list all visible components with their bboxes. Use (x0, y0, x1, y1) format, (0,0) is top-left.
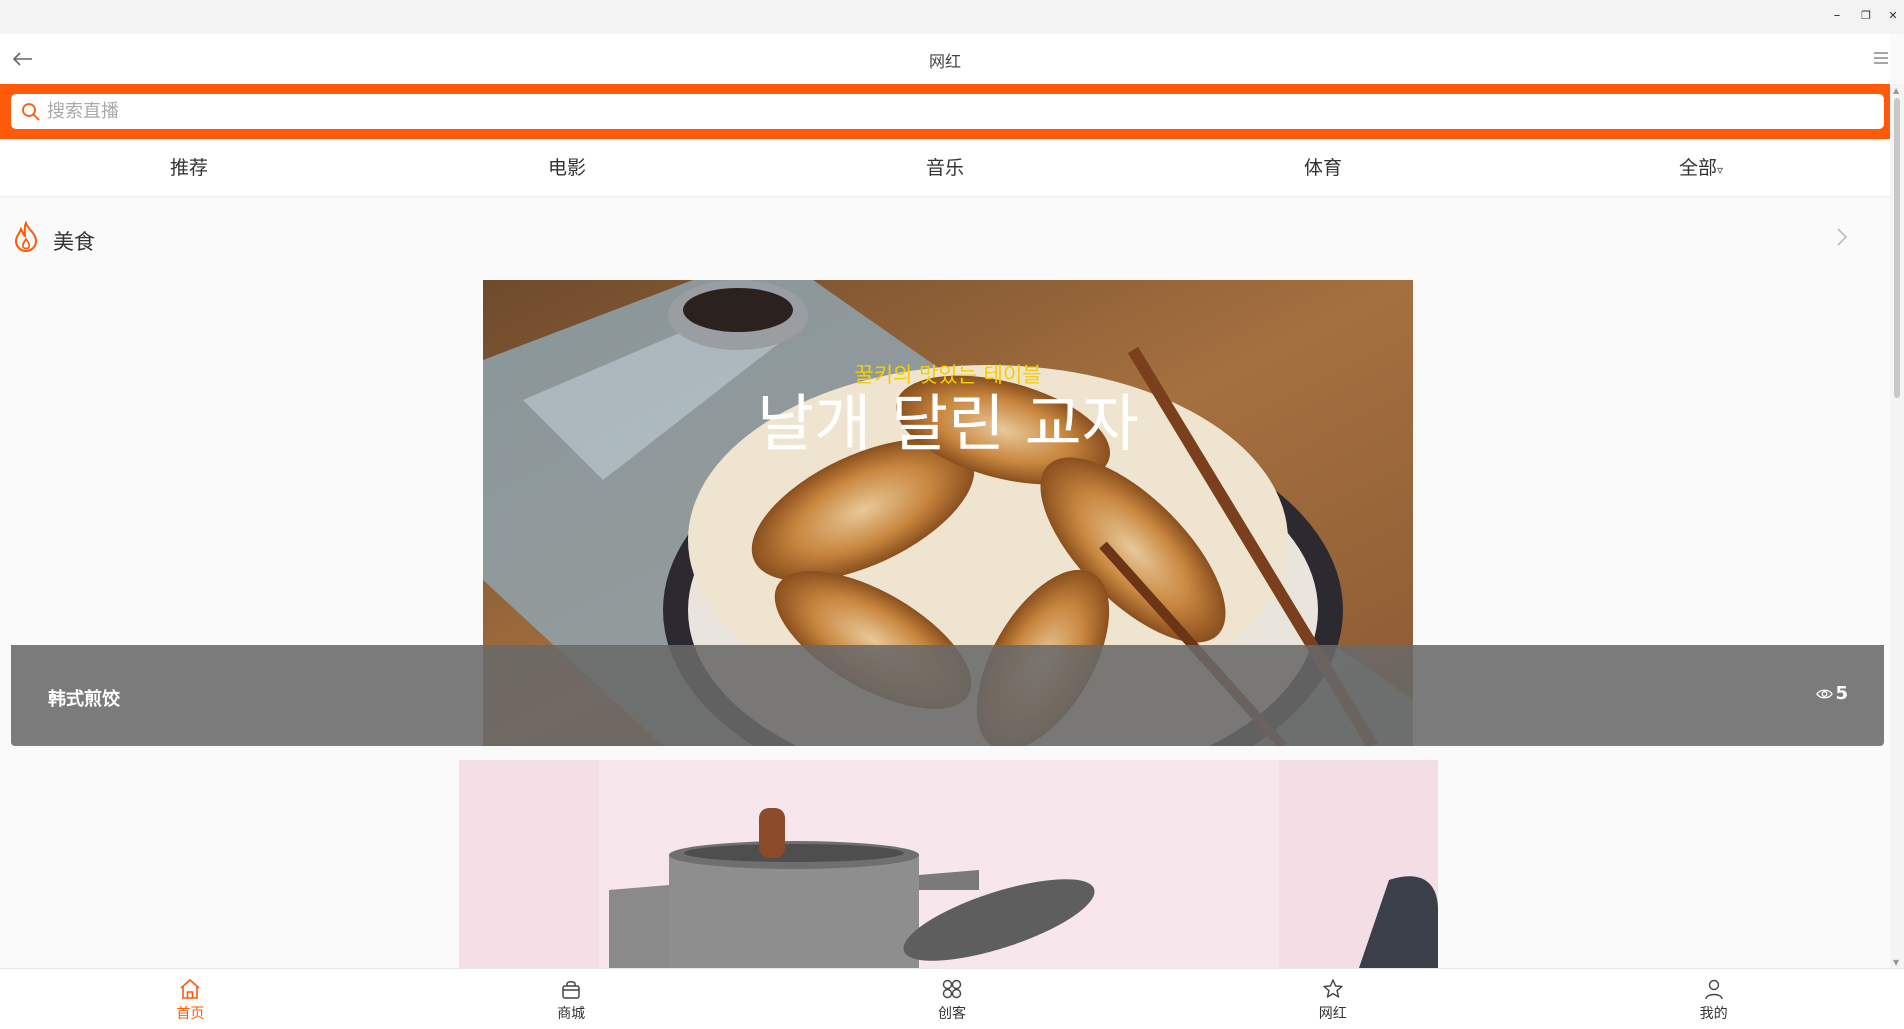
tab-label: 电影 (547, 157, 586, 179)
section-header: 美食 (0, 215, 1890, 265)
user-icon (1704, 979, 1723, 1000)
tab-label: 体育 (1303, 157, 1342, 179)
image-caption-small: 꿀키의 맛있는 테이블 (854, 363, 1041, 387)
view-count: 5 (1816, 683, 1848, 704)
restore-button[interactable]: ❐ (1855, 6, 1877, 26)
tab-music[interactable]: 音乐 (756, 139, 1134, 196)
search-box[interactable] (11, 94, 1884, 129)
nav-maker[interactable]: 创客 (762, 969, 1143, 1029)
page-header: 网红 (0, 34, 1890, 84)
tab-sports[interactable]: 体育 (1134, 139, 1512, 196)
nav-label: 首页 (176, 1006, 205, 1022)
scroll-thumb[interactable] (1894, 98, 1900, 398)
nav-mine[interactable]: 我的 (1523, 969, 1904, 1029)
thumbnail-image (459, 760, 1438, 968)
scroll-up-arrow-icon[interactable]: ▲ (1893, 86, 1899, 95)
video-card[interactable]: 꿀키의 맛있는 테이블 날개 달린 교자 韩式煎饺 5 (11, 280, 1884, 746)
shopping-bag-icon (562, 981, 580, 999)
minimize-button[interactable]: – (1826, 6, 1848, 26)
nav-influencer[interactable]: 网红 (1142, 969, 1523, 1029)
video-thumbnail-2[interactable] (459, 760, 1438, 968)
nav-label: 创客 (937, 1006, 966, 1022)
nav-label: 我的 (1699, 1006, 1728, 1022)
dropdown-caret-icon: ▿ (1716, 163, 1724, 177)
tab-all[interactable]: 全部▿ (1512, 139, 1890, 196)
nav-shop[interactable]: 商城 (381, 969, 762, 1029)
chevron-right-icon[interactable] (1834, 225, 1850, 249)
bottom-nav: 首页 商城 创客 网红 我的 (0, 968, 1904, 1029)
nav-label: 网红 (1318, 1006, 1347, 1022)
tab-movies[interactable]: 电影 (378, 139, 756, 196)
close-button[interactable]: ✕ (1882, 6, 1904, 26)
grid-apps-icon (942, 979, 962, 999)
tab-label: 全部 (1678, 157, 1717, 179)
menu-button[interactable] (1872, 49, 1890, 67)
tab-recommend[interactable]: 推荐 (0, 139, 378, 196)
scroll-down-arrow-icon[interactable]: ▼ (1893, 958, 1899, 967)
search-icon (22, 103, 40, 121)
home-icon (180, 978, 200, 999)
tab-label: 音乐 (925, 157, 964, 179)
category-tabs: 推荐 电影 音乐 体育 全部▿ (0, 139, 1890, 197)
star-icon (1323, 979, 1343, 998)
page-title: 网红 (928, 52, 961, 71)
image-caption-large: 날개 달린 교자 (757, 387, 1139, 460)
view-count-value: 5 (1835, 683, 1848, 704)
search-input[interactable] (47, 98, 1867, 125)
search-bar (0, 84, 1890, 139)
nav-label: 商城 (557, 1006, 586, 1022)
eye-icon (1816, 689, 1834, 699)
scrollbar[interactable]: ▲ ▼ (1890, 84, 1904, 969)
hamburger-menu-icon (1874, 52, 1888, 64)
title-bar: – ❐ ✕ (0, 0, 1904, 34)
nav-home[interactable]: 首页 (0, 969, 381, 1029)
fire-icon (14, 221, 38, 253)
card-title: 韩式煎饺 (48, 689, 120, 710)
card-info-bar: 韩式煎饺 5 (11, 645, 1884, 746)
tab-label: 推荐 (169, 157, 208, 179)
section-title: 美食 (53, 230, 95, 254)
app-window: – ❐ ✕ 网红 推荐 电影 音乐 体育 全部 (0, 0, 1904, 1029)
